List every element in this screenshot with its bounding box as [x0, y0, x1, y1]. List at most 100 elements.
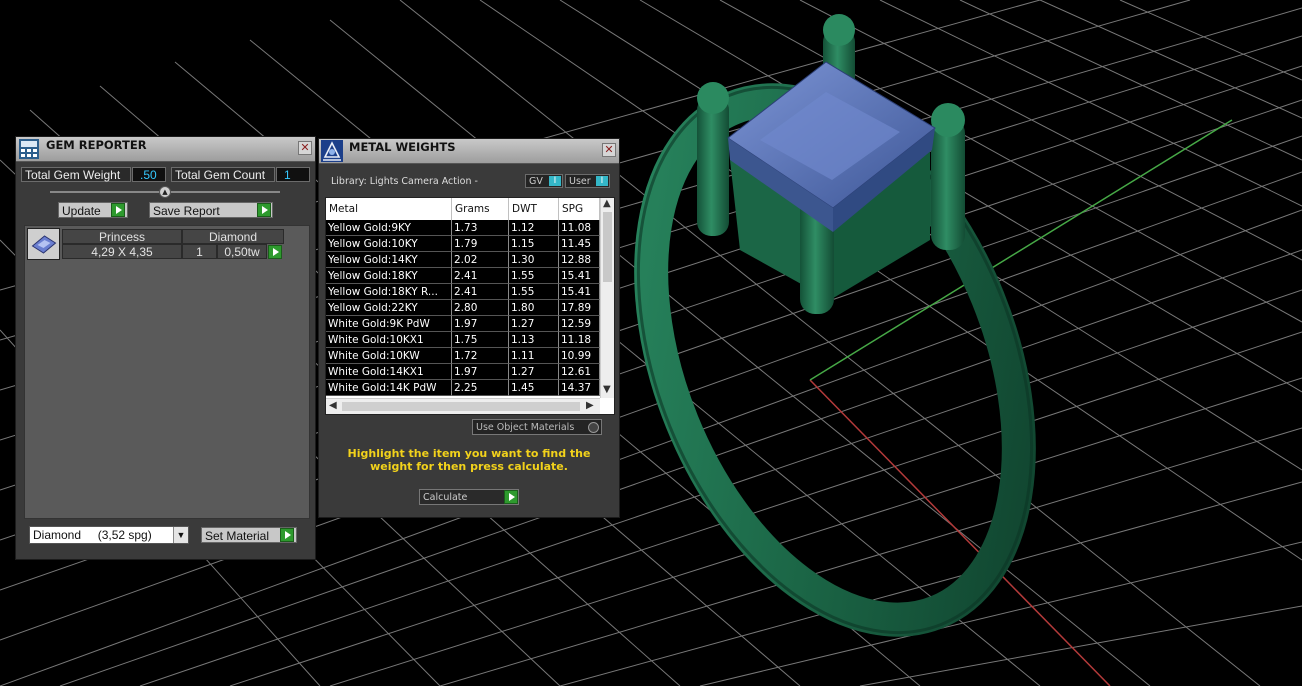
- table-row[interactable]: Yellow Gold:22KY 2.80 1.80 17.89: [326, 300, 600, 316]
- cell-spg: 15.41: [559, 268, 600, 284]
- metal-weights-logo-icon: [321, 140, 343, 162]
- gem-list[interactable]: Princess Diamond 4,29 X 4,35 1 0,50tw: [24, 225, 310, 519]
- table-row[interactable]: White Gold:14KX1 1.97 1.27 12.61: [326, 364, 600, 380]
- cell-dwt: 1.11: [509, 348, 559, 364]
- cell-grams: 1.72: [452, 348, 509, 364]
- cell-metal: White Gold:14K PdW: [326, 380, 452, 396]
- save-report-button-label: Save Report: [153, 204, 220, 218]
- use-object-materials-label: Use Object Materials: [476, 422, 575, 433]
- column-header-dwt[interactable]: DWT: [509, 198, 559, 220]
- cell-spg: 12.61: [559, 364, 600, 380]
- splitter-up-icon[interactable]: ▲: [159, 186, 171, 198]
- gem-qty: 1: [182, 244, 217, 259]
- table-row[interactable]: White Gold:14K PdW 2.25 1.45 14.37: [326, 380, 600, 396]
- cell-spg: 15.41: [559, 284, 600, 300]
- cell-dwt: 1.55: [509, 284, 559, 300]
- scroll-right-icon[interactable]: ▶: [586, 400, 594, 412]
- cell-dwt: 1.13: [509, 332, 559, 348]
- total-gem-count-value: 1: [276, 167, 310, 182]
- cell-dwt: 1.30: [509, 252, 559, 268]
- gem-row-go-icon[interactable]: [268, 245, 282, 259]
- table-row[interactable]: White Gold:9K PdW 1.97 1.27 12.59: [326, 316, 600, 332]
- calculate-button-label: Calculate: [423, 492, 468, 503]
- cell-dwt: 1.80: [509, 300, 559, 316]
- gv-toggle-label: GV: [529, 176, 543, 187]
- cell-metal: Yellow Gold:10KY: [326, 236, 452, 252]
- cell-spg: 12.88: [559, 252, 600, 268]
- gem-reporter-title: GEM REPORTER: [46, 138, 147, 152]
- calculate-go-icon[interactable]: [504, 490, 518, 504]
- cell-spg: 11.18: [559, 332, 600, 348]
- cell-spg: 14.37: [559, 380, 600, 396]
- gem-weight: 0,50tw: [217, 244, 267, 259]
- table-row[interactable]: Yellow Gold:14KY 2.02 1.30 12.88: [326, 252, 600, 268]
- gem-reporter-panel: GEM REPORTER ✕ Total Gem Weight .50 Tota…: [15, 136, 316, 560]
- list-item[interactable]: Princess Diamond 4,29 X 4,35 1 0,50tw: [27, 228, 287, 260]
- column-header-metal[interactable]: Metal: [326, 198, 452, 220]
- cell-dwt: 1.15: [509, 236, 559, 252]
- cell-metal: Yellow Gold:18KY R...: [326, 284, 452, 300]
- save-report-button[interactable]: Save Report: [149, 202, 273, 218]
- horizontal-scrollbar[interactable]: ◀ ▶: [326, 398, 600, 414]
- cell-metal: Yellow Gold:22KY: [326, 300, 452, 316]
- gem-size: 4,29 X 4,35: [62, 244, 182, 259]
- table-row[interactable]: Yellow Gold:18KY R... 2.41 1.55 15.41: [326, 284, 600, 300]
- user-toggle-label: User: [569, 176, 591, 187]
- cell-grams: 1.75: [452, 332, 509, 348]
- update-go-icon[interactable]: [111, 203, 125, 217]
- scroll-down-icon[interactable]: ▼: [603, 384, 611, 396]
- cell-dwt: 1.27: [509, 364, 559, 380]
- use-object-materials-toggle[interactable]: Use Object Materials: [472, 419, 602, 435]
- calculate-button[interactable]: Calculate: [419, 489, 519, 505]
- cell-spg: 12.59: [559, 316, 600, 332]
- splitter-handle[interactable]: ▲: [50, 186, 280, 198]
- table-row[interactable]: Yellow Gold:18KY 2.41 1.55 15.41: [326, 268, 600, 284]
- gv-toggle[interactable]: GV I: [525, 174, 563, 188]
- metal-weights-title: METAL WEIGHTS: [349, 140, 456, 154]
- material-select-value: Diamond (3,52 spg): [33, 528, 152, 542]
- table-row[interactable]: White Gold:10KW 1.72 1.11 10.99: [326, 348, 600, 364]
- table-row[interactable]: White Gold:10KX1 1.75 1.13 11.18: [326, 332, 600, 348]
- cell-metal: Yellow Gold:9KY: [326, 220, 452, 236]
- chevron-down-icon[interactable]: ▼: [173, 527, 188, 543]
- x-axis-line: [809, 379, 1111, 686]
- cell-dwt: 1.55: [509, 268, 559, 284]
- gv-toggle-knob: I: [549, 176, 561, 186]
- save-report-go-icon[interactable]: [257, 203, 271, 217]
- user-toggle[interactable]: User I: [565, 174, 610, 188]
- vertical-scrollbar[interactable]: ▲ ▼: [600, 198, 614, 398]
- table-row[interactable]: Yellow Gold:10KY 1.79 1.15 11.45: [326, 236, 600, 252]
- cell-dwt: 1.27: [509, 316, 559, 332]
- vertical-scroll-thumb[interactable]: [603, 212, 612, 282]
- metal-weights-table[interactable]: Metal Grams DWT SPG Yellow Gold:9KY 1.73 1…: [325, 197, 615, 415]
- update-button-label: Update: [62, 204, 101, 218]
- radio-icon[interactable]: [588, 422, 599, 433]
- scroll-up-icon[interactable]: ▲: [603, 198, 611, 210]
- cell-grams: 1.79: [452, 236, 509, 252]
- material-select[interactable]: Diamond (3,52 spg) ▼: [29, 526, 189, 544]
- cell-grams: 2.41: [452, 284, 509, 300]
- metal-weights-panel: METAL WEIGHTS ✕ Library: Lights Camera A…: [318, 138, 620, 518]
- scroll-left-icon[interactable]: ◀: [329, 400, 337, 412]
- horizontal-scroll-thumb[interactable]: [342, 402, 580, 411]
- cell-grams: 1.97: [452, 316, 509, 332]
- close-icon[interactable]: ✕: [298, 141, 312, 155]
- gem-reporter-logo-icon: [19, 139, 39, 159]
- column-header-spg[interactable]: SPG: [559, 198, 600, 220]
- cell-grams: 1.73: [452, 220, 509, 236]
- total-gem-weight-label: Total Gem Weight: [21, 167, 131, 182]
- table-row[interactable]: Yellow Gold:9KY 1.73 1.12 11.08: [326, 220, 600, 236]
- metal-weights-titlebar[interactable]: METAL WEIGHTS ✕: [319, 139, 619, 164]
- cell-metal: Yellow Gold:18KY: [326, 268, 452, 284]
- library-label: Library: Lights Camera Action -: [331, 176, 478, 187]
- cell-spg: 10.99: [559, 348, 600, 364]
- cell-metal: White Gold:10KW: [326, 348, 452, 364]
- set-material-button-label: Set Material: [205, 529, 270, 543]
- close-icon[interactable]: ✕: [602, 143, 616, 157]
- gem-material: Diamond: [182, 229, 284, 244]
- set-material-go-icon[interactable]: [280, 528, 294, 542]
- gem-shape: Princess: [62, 229, 182, 244]
- cell-grams: 2.25: [452, 380, 509, 396]
- gem-reporter-titlebar[interactable]: GEM REPORTER ✕: [16, 137, 315, 162]
- column-header-grams[interactable]: Grams: [452, 198, 509, 220]
